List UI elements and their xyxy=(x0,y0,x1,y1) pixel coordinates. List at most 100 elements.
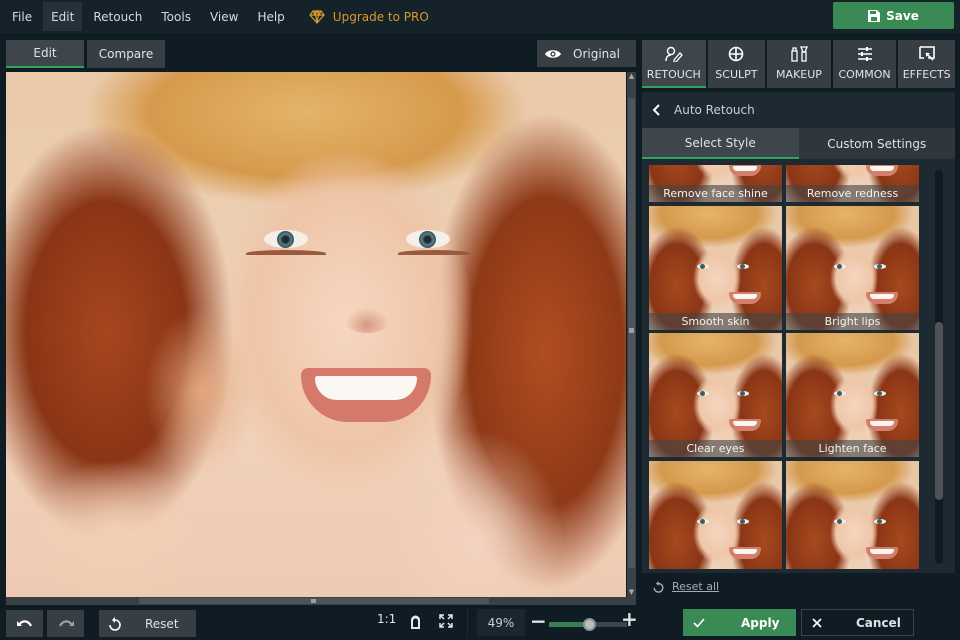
subtab-select-style[interactable]: Select Style xyxy=(642,128,799,159)
style-list-scroll-thumb[interactable] xyxy=(935,322,943,500)
fullscreen-button[interactable] xyxy=(439,614,453,628)
expand-icon xyxy=(439,614,453,628)
style-list-scrollbar[interactable] xyxy=(935,170,943,564)
zoom-slider-handle[interactable] xyxy=(583,618,597,631)
reset-button[interactable]: Reset xyxy=(99,610,196,637)
upgrade-to-pro-link[interactable]: Upgrade to PRO xyxy=(309,9,429,24)
undo-button[interactable] xyxy=(6,610,43,637)
canvas-brow-left xyxy=(246,250,326,257)
menu-edit[interactable]: Edit xyxy=(43,2,83,31)
head-icon xyxy=(411,615,420,629)
original-label: Original xyxy=(573,46,620,61)
style-label: Bright lips xyxy=(786,313,919,330)
floppy-disk-icon xyxy=(868,9,881,22)
menu-tools[interactable]: Tools xyxy=(153,2,199,31)
canvas-horizontal-scrollbar[interactable] xyxy=(6,597,636,605)
scroll-down-arrow-icon[interactable]: ▼ xyxy=(627,588,636,597)
style-label: Smooth skin xyxy=(649,313,782,330)
photo-canvas[interactable] xyxy=(6,72,626,597)
reset-icon xyxy=(653,580,664,593)
save-button[interactable]: Save xyxy=(833,2,954,29)
menu-retouch[interactable]: Retouch xyxy=(85,2,150,31)
panel-title: Auto Retouch xyxy=(674,102,755,117)
tab-common-label: COMMON xyxy=(838,68,891,81)
style-smooth-skin[interactable]: Smooth skin xyxy=(649,206,782,330)
reset-all-link[interactable]: Reset all xyxy=(653,580,719,593)
tab-effects[interactable]: EFFECTS xyxy=(898,40,955,88)
style-subtabs: Select Style Custom Settings xyxy=(642,128,955,159)
style-bright-lips[interactable]: Bright lips xyxy=(786,206,919,330)
canvas-mouth xyxy=(301,368,431,422)
tool-category-tabs: RETOUCH SCULPT MAKEUP COMMON EFFECTS xyxy=(642,40,955,88)
diamond-icon xyxy=(309,9,325,24)
menu-help[interactable]: Help xyxy=(249,2,292,31)
canvas-vertical-scrollbar[interactable]: ▲ ▼ xyxy=(627,72,636,597)
thumb-eye xyxy=(697,519,709,524)
toolbar-divider xyxy=(467,608,468,638)
thumb-eye xyxy=(737,519,749,524)
style-remove-face-shine[interactable]: Remove face shine xyxy=(649,165,782,202)
actual-size-button[interactable]: 1:1 xyxy=(377,612,396,626)
tab-sculpt-label: SCULPT xyxy=(715,68,758,81)
check-icon xyxy=(693,617,705,628)
sliders-icon xyxy=(857,47,872,61)
thumb-mouth xyxy=(729,165,761,176)
panel-header: Auto Retouch xyxy=(642,92,955,127)
style-label: Lighten face xyxy=(786,440,919,457)
effects-icon xyxy=(918,46,935,61)
canvas-vertical-scroll-thumb[interactable] xyxy=(628,98,635,568)
tab-makeup[interactable]: MAKEUP xyxy=(767,40,831,88)
thumb-eye xyxy=(834,391,846,396)
apply-button[interactable]: Apply xyxy=(683,609,796,636)
tab-compare[interactable]: Compare xyxy=(87,40,165,68)
style-label: Remove redness xyxy=(786,185,919,202)
thumb-mouth xyxy=(866,165,898,176)
thumb-mouth xyxy=(866,292,898,304)
canvas-eye-right xyxy=(406,230,450,248)
canvas-horizontal-scroll-thumb[interactable] xyxy=(139,598,489,604)
subtab-custom-settings[interactable]: Custom Settings xyxy=(798,128,955,159)
chevron-left-icon[interactable] xyxy=(652,103,660,116)
scroll-up-arrow-icon[interactable]: ▲ xyxy=(627,72,636,81)
style-remove-redness[interactable]: Remove redness xyxy=(786,165,919,202)
menu-view[interactable]: View xyxy=(202,2,246,31)
thumb-eye xyxy=(874,519,886,524)
zoom-level-display[interactable]: 49% xyxy=(477,609,525,636)
tab-edit[interactable]: Edit xyxy=(6,40,84,68)
thumb-mouth xyxy=(729,292,761,304)
grip-icon xyxy=(629,328,634,333)
thumb-eye xyxy=(874,391,886,396)
reset-label: Reset xyxy=(145,616,179,631)
undo-icon xyxy=(16,619,32,627)
zoom-slider[interactable] xyxy=(549,618,627,631)
makeup-icon xyxy=(791,46,808,62)
style-clear-eyes[interactable]: Clear eyes xyxy=(649,333,782,457)
style-label: Remove face shine xyxy=(649,185,782,202)
original-button[interactable]: Original xyxy=(537,40,636,67)
tab-common[interactable]: COMMON xyxy=(832,40,897,88)
auto-retouch-panel: Auto Retouch Select Style Custom Setting… xyxy=(642,92,955,573)
tab-sculpt[interactable]: SCULPT xyxy=(707,40,766,88)
style-thumbnail[interactable] xyxy=(786,461,919,569)
style-grid: Remove face shine Remove redness Smooth … xyxy=(649,165,921,569)
tab-effects-label: EFFECTS xyxy=(902,68,951,81)
style-thumbnail[interactable] xyxy=(649,461,782,569)
cancel-label: Cancel xyxy=(856,615,901,630)
tab-retouch[interactable]: RETOUCH xyxy=(642,40,706,88)
canvas-eye-left xyxy=(264,230,308,248)
zoom-out-button[interactable]: − xyxy=(530,609,547,633)
thumb-eye xyxy=(834,519,846,524)
thumb-eye xyxy=(697,391,709,396)
thumb-eye xyxy=(737,391,749,396)
menu-bar: File Edit Retouch Tools View Help Upgrad… xyxy=(0,0,960,33)
cancel-button[interactable]: Cancel xyxy=(801,609,914,636)
menu-file[interactable]: File xyxy=(4,2,40,31)
fit-to-head-button[interactable] xyxy=(409,614,422,629)
redo-button[interactable] xyxy=(47,610,84,637)
style-lighten-face[interactable]: Lighten face xyxy=(786,333,919,457)
upgrade-label: Upgrade to PRO xyxy=(332,9,429,24)
thumb-eye xyxy=(874,264,886,269)
photo-editor-app: File Edit Retouch Tools View Help Upgrad… xyxy=(0,0,960,640)
tab-makeup-label: MAKEUP xyxy=(776,68,822,81)
zoom-in-button[interactable]: + xyxy=(621,607,638,631)
